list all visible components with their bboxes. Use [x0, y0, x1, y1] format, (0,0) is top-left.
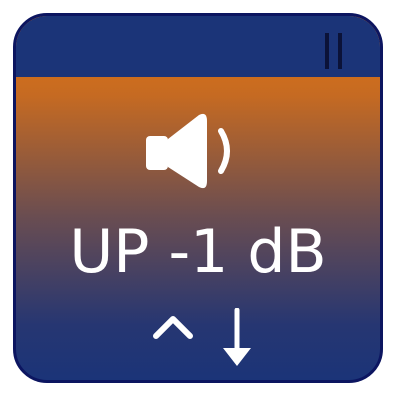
volume-step-label: UP -1 dB — [69, 217, 327, 287]
tile-header-bar — [16, 16, 380, 77]
caret-up-icon — [153, 316, 193, 339]
speaker-icon — [146, 113, 230, 189]
pause-icon — [325, 33, 342, 69]
arrow-down-icon — [223, 308, 251, 366]
volume-tile[interactable]: UP -1 dB — [13, 13, 383, 383]
